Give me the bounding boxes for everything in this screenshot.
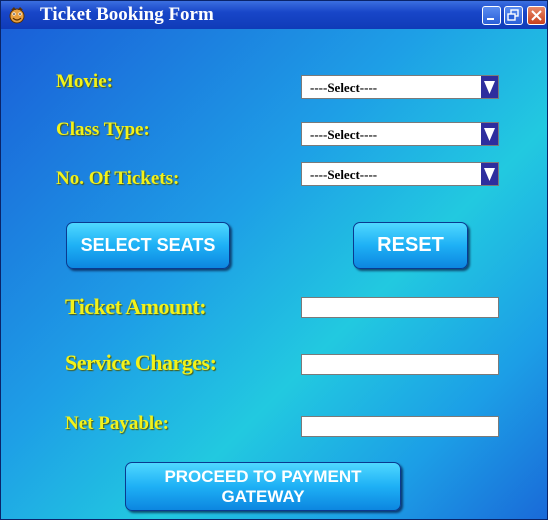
net-payable-field[interactable] xyxy=(301,416,499,437)
class-type-dropdown-value: ----Select---- xyxy=(310,127,378,142)
minimize-button[interactable] xyxy=(482,6,501,25)
class-type-dropdown-arrow[interactable] xyxy=(481,123,498,145)
tickets-dropdown-arrow[interactable] xyxy=(481,163,498,185)
form-area: Movie: ----Select---- Class Type: ----Se… xyxy=(1,29,547,519)
reset-button[interactable]: RESET xyxy=(353,222,468,269)
window-title: Ticket Booking Form xyxy=(40,4,214,25)
close-button[interactable] xyxy=(527,6,546,25)
class-type-label: Class Type: xyxy=(56,119,150,140)
title-bar[interactable]: Ticket Booking Form xyxy=(1,1,547,29)
close-icon xyxy=(531,10,542,21)
tickets-dropdown[interactable]: ----Select---- xyxy=(301,162,499,186)
minimize-icon xyxy=(487,18,494,20)
movie-dropdown-arrow[interactable] xyxy=(481,76,498,98)
app-mascot-icon xyxy=(8,6,26,24)
chevron-down-icon xyxy=(484,128,495,141)
select-seats-button-label: SELECT SEATS xyxy=(80,235,216,255)
tickets-dropdown-value: ----Select---- xyxy=(310,167,378,182)
net-payable-label: Net Payable: xyxy=(65,413,169,434)
class-type-dropdown[interactable]: ----Select---- xyxy=(301,122,499,146)
restore-button[interactable] xyxy=(504,6,523,25)
movie-label: Movie: xyxy=(56,71,113,92)
restore-icon xyxy=(507,9,519,21)
service-charges-label: Service Charges: xyxy=(65,350,217,375)
movie-dropdown-value: ----Select---- xyxy=(310,80,378,95)
chevron-down-icon xyxy=(484,81,495,94)
select-seats-button[interactable]: SELECT SEATS xyxy=(66,222,230,269)
proceed-to-payment-button[interactable]: PROCEED TO PAYMENT GATEWAY xyxy=(125,462,401,511)
tickets-label: No. Of Tickets: xyxy=(56,168,180,189)
ticket-amount-field[interactable] xyxy=(301,297,499,318)
ticket-booking-window: Ticket Booking Form Movie: ----Select---… xyxy=(0,0,548,520)
movie-dropdown[interactable]: ----Select---- xyxy=(301,75,499,99)
reset-button-label: RESET xyxy=(377,234,444,256)
proceed-to-payment-button-label: PROCEED TO PAYMENT GATEWAY xyxy=(164,466,362,506)
service-charges-field[interactable] xyxy=(301,354,499,375)
ticket-amount-label: Ticket Amount: xyxy=(65,294,207,319)
chevron-down-icon xyxy=(484,168,495,181)
